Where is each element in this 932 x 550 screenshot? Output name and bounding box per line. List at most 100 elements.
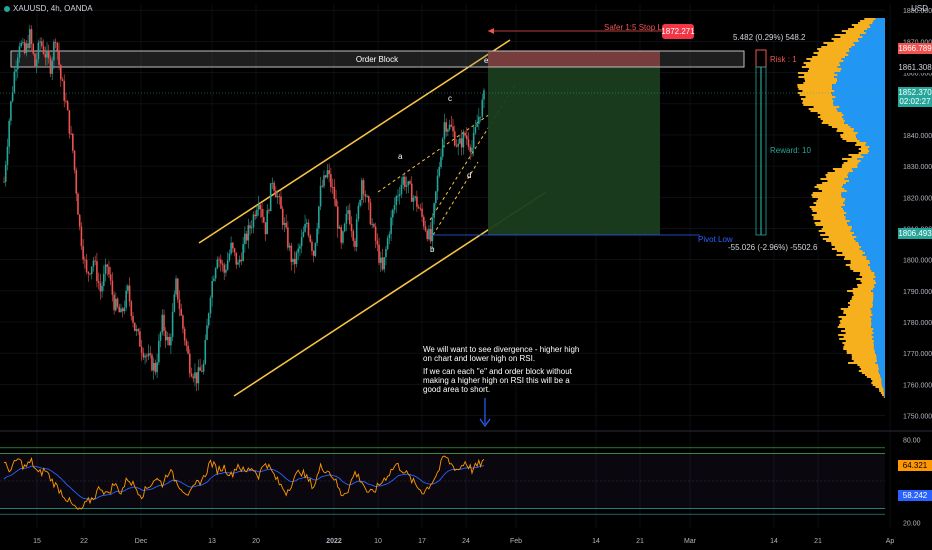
volume-bar-sell	[839, 324, 872, 326]
candle-body	[419, 208, 422, 210]
volume-bar-buy	[879, 372, 885, 374]
candle-body	[281, 208, 284, 225]
volume-bar-buy	[867, 148, 885, 150]
candle-body	[56, 42, 59, 51]
candle-body	[369, 202, 372, 225]
volume-bar-sell	[812, 192, 842, 194]
candle-body	[445, 122, 447, 132]
time-tick-label: 22	[80, 538, 88, 545]
candle-body	[137, 329, 139, 332]
volume-bar-buy	[870, 268, 885, 270]
volume-bar-buy	[867, 152, 885, 154]
volume-bar-buy	[871, 318, 885, 320]
time-tick-label: 24	[462, 538, 470, 545]
candle-body	[438, 166, 441, 176]
volume-bar-buy	[854, 232, 885, 234]
volume-bar-sell	[831, 126, 851, 128]
time-tick-label: Ap	[886, 538, 895, 545]
candle-body	[336, 206, 339, 229]
candle-body	[373, 224, 375, 227]
candle-body	[319, 185, 322, 207]
candle-body	[269, 183, 272, 212]
candle-body	[144, 355, 146, 358]
candle-body	[152, 362, 155, 371]
volume-bar-sell	[875, 386, 883, 388]
volume-bar-sell	[820, 220, 850, 222]
candle-body	[108, 266, 110, 275]
candle-body	[34, 53, 36, 68]
volume-bar-buy	[834, 76, 885, 78]
volume-bar-buy	[837, 66, 885, 68]
volume-bar-sell	[848, 28, 868, 30]
candle-body	[386, 238, 389, 250]
volume-bar-buy	[843, 202, 885, 204]
volume-bar-sell	[843, 312, 872, 314]
candle-body	[295, 252, 298, 265]
candle-body	[214, 268, 217, 279]
volume-bar-sell	[848, 362, 876, 364]
volume-bar-buy	[841, 206, 885, 208]
volume-bar-buy	[855, 134, 885, 136]
volume-bar-buy	[873, 278, 885, 280]
volume-bar-sell	[846, 350, 875, 352]
volume-bar-buy	[873, 20, 885, 22]
volume-bar-sell	[857, 364, 879, 366]
candle-body	[366, 196, 368, 197]
volume-bar-sell	[801, 66, 838, 68]
volume-bar-sell	[838, 334, 872, 336]
volume-bar-sell	[848, 154, 862, 156]
volume-bar-sell	[827, 180, 850, 182]
candle-body	[159, 332, 162, 341]
volume-bar-sell	[810, 110, 838, 112]
candle-body	[459, 138, 461, 144]
volume-bar-buy	[878, 366, 885, 368]
candle-body	[392, 209, 394, 218]
volume-bar-buy	[841, 194, 885, 196]
candle-body	[441, 138, 444, 157]
candle-body	[204, 339, 207, 364]
volume-bar-buy	[865, 32, 885, 34]
volume-bar-buy	[871, 270, 885, 272]
volume-bar-buy	[857, 158, 885, 160]
candle-body	[90, 266, 93, 274]
volume-bar-sell	[834, 170, 854, 172]
candle-body	[342, 231, 344, 243]
volume-bar-sell	[871, 382, 882, 384]
candle-body	[20, 42, 23, 47]
volume-bar-buy	[844, 200, 885, 202]
volume-bar-buy	[858, 38, 885, 40]
volume-bar-buy	[874, 274, 885, 276]
candle-body	[453, 131, 456, 146]
volume-bar-buy	[851, 228, 885, 230]
candle-body	[388, 234, 391, 239]
candle-body	[65, 100, 67, 102]
volume-bar-sell	[851, 156, 864, 158]
volume-bar-sell	[872, 384, 882, 386]
volume-bar-sell	[860, 368, 879, 370]
volume-bar-sell	[821, 190, 847, 192]
volume-bar-sell	[845, 340, 875, 342]
volume-bar-buy	[852, 234, 885, 236]
volume-bar-sell	[860, 20, 874, 22]
volume-bar-buy	[877, 360, 885, 362]
volume-bar-sell	[845, 332, 874, 334]
reward-zone[interactable]	[488, 67, 660, 235]
candle-body	[232, 242, 234, 249]
currency-label: USD	[911, 4, 928, 13]
volume-bar-sell	[840, 134, 856, 136]
volume-bar-sell	[849, 304, 874, 306]
volume-bar-buy	[844, 120, 885, 122]
candle-body	[147, 353, 150, 357]
candle-body	[376, 240, 379, 245]
symbol-header[interactable]: XAUUSD, 4h, OANDA	[4, 4, 93, 13]
volume-bar-buy	[857, 164, 885, 166]
candle-body	[170, 336, 172, 346]
candle-body	[61, 79, 64, 81]
candle-body	[216, 259, 219, 269]
volume-bar-buy	[836, 108, 885, 110]
volume-bar-sell	[803, 104, 834, 106]
trading-chart[interactable]: Order Block Pivot Low Safer 1:5 Stop Los…	[0, 0, 932, 550]
candle-body	[101, 285, 103, 292]
candle-body	[96, 261, 98, 282]
volume-bar-sell	[851, 354, 877, 356]
